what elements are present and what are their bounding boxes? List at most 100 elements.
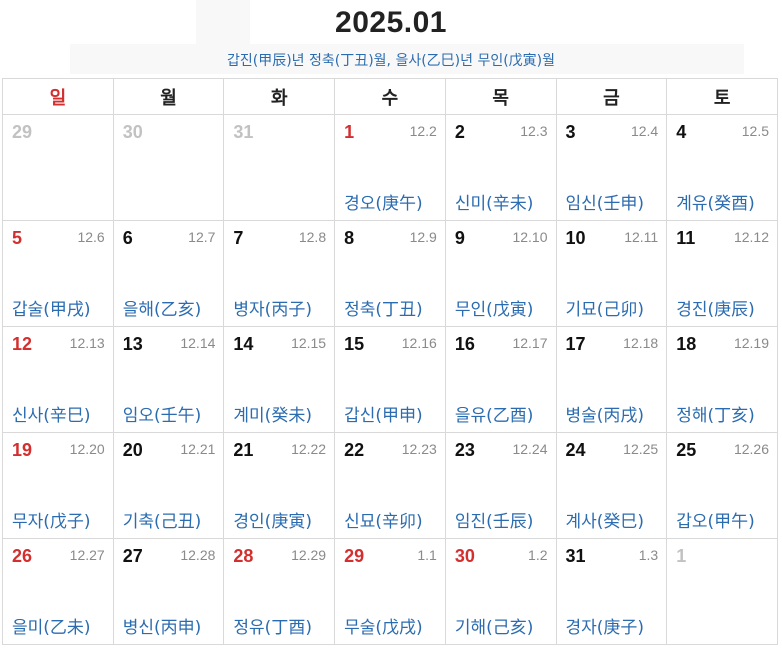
- day-ganji: 기해(己亥): [454, 618, 534, 638]
- week-row: 5 12.6 갑술(甲戌) 6 12.7 을해(乙亥) 7 12.8 병자(丙子) 8 12.9 정축…: [2, 220, 778, 327]
- day-cell[interactable]: 22 12.23 신묘(辛卯): [334, 432, 446, 539]
- day-number: 27: [122, 546, 143, 566]
- day-ganji: 기묘(己卯): [565, 300, 645, 320]
- day-ganji: 무자(戊子): [12, 512, 91, 532]
- day-number: 7: [233, 228, 244, 248]
- day-ganji: 신미(辛未): [454, 194, 534, 214]
- day-cell[interactable]: 14 12.15 계미(癸未): [223, 326, 336, 433]
- lunar-date: 12.17: [512, 335, 548, 351]
- day-cell[interactable]: 12 12.13 신사(辛巳): [2, 326, 114, 433]
- day-number: 22: [344, 440, 365, 460]
- lunar-date: 12.7: [188, 229, 216, 245]
- day-cell[interactable]: 21 12.22 경인(庚寅): [223, 432, 336, 539]
- day-cell[interactable]: 11 12.12 경진(庚辰): [666, 220, 778, 327]
- day-ganji: 병술(丙戌): [565, 406, 645, 426]
- day-ganji: 을유(乙酉): [454, 406, 534, 426]
- day-cell[interactable]: 7 12.8 병자(丙子): [223, 220, 336, 327]
- day-cell[interactable]: 24 12.25 계사(癸巳): [555, 432, 668, 539]
- day-cell[interactable]: 16 12.17 을유(乙酉): [444, 326, 557, 433]
- day-cell[interactable]: 1: [666, 538, 778, 645]
- day-number: 16: [454, 334, 475, 354]
- day-ganji: 경진(庚辰): [676, 300, 755, 320]
- day-cell[interactable]: 30 1.2 기해(己亥): [444, 538, 557, 645]
- day-number: 14: [233, 334, 254, 354]
- lunar-date: 12.21: [180, 441, 216, 457]
- day-number: 21: [233, 440, 254, 460]
- day-ganji: 정유(丁酉): [233, 618, 312, 638]
- day-number: 13: [122, 334, 143, 354]
- weekday-header: 금: [555, 78, 668, 115]
- day-cell[interactable]: 28 12.29 정유(丁酉): [223, 538, 336, 645]
- day-ganji: 무인(戊寅): [454, 300, 534, 320]
- day-number: 15: [344, 334, 365, 354]
- day-cell[interactable]: 19 12.20 무자(戊子): [2, 432, 114, 539]
- day-ganji: 무술(戊戌): [344, 618, 423, 638]
- lunar-date: 12.9: [409, 229, 437, 245]
- lunar-date: 12.29: [291, 547, 327, 563]
- day-ganji: 임오(壬午): [122, 406, 202, 426]
- day-number: 30: [454, 546, 475, 566]
- day-number: 1: [344, 122, 355, 142]
- day-ganji: 기축(己丑): [122, 512, 202, 532]
- day-cell[interactable]: 18 12.19 정해(丁亥): [666, 326, 778, 433]
- day-cell[interactable]: 17 12.18 병술(丙戌): [555, 326, 668, 433]
- day-ganji: 신묘(辛卯): [344, 512, 423, 532]
- day-cell[interactable]: 10 12.11 기묘(己卯): [555, 220, 668, 327]
- day-cell[interactable]: 4 12.5 계유(癸酉): [666, 114, 778, 221]
- day-number: 4: [676, 122, 687, 142]
- lunar-date: 12.13: [69, 335, 105, 351]
- weekday-header: 목: [444, 78, 557, 115]
- day-ganji: 병자(丙子): [233, 300, 312, 320]
- day-number: 1: [676, 546, 687, 566]
- day-cell[interactable]: 2 12.3 신미(辛未): [444, 114, 557, 221]
- day-number: 23: [454, 440, 475, 460]
- lunar-date: 12.10: [512, 229, 548, 245]
- day-cell[interactable]: 9 12.10 무인(戊寅): [444, 220, 557, 327]
- day-cell[interactable]: 13 12.14 임오(壬午): [112, 326, 225, 433]
- day-cell[interactable]: 6 12.7 을해(乙亥): [112, 220, 225, 327]
- day-cell[interactable]: 27 12.28 병신(丙申): [112, 538, 225, 645]
- day-ganji: 갑신(甲申): [344, 406, 423, 426]
- day-ganji: 계사(癸巳): [565, 512, 645, 532]
- lunar-date: 12.23: [401, 441, 437, 457]
- day-cell[interactable]: 30: [112, 114, 225, 221]
- day-cell[interactable]: 25 12.26 갑오(甲午): [666, 432, 778, 539]
- day-cell[interactable]: 8 12.9 정축(丁丑): [334, 220, 446, 327]
- weekday-header: 일: [2, 78, 114, 115]
- day-number: 30: [122, 122, 143, 142]
- day-number: 2: [454, 122, 465, 142]
- calendar-grid: 일 월 화 수 목 금 토 29 30 31 1 12.2 경오(庚午) 2 12.3 신미(辛…: [2, 78, 778, 645]
- day-number: 25: [676, 440, 697, 460]
- day-number: 12: [12, 334, 33, 354]
- day-ganji: 임진(壬辰): [454, 512, 534, 532]
- day-cell[interactable]: 31 1.3 경자(庚子): [555, 538, 668, 645]
- day-cell[interactable]: 29: [2, 114, 114, 221]
- day-number: 3: [565, 122, 576, 142]
- day-number: 26: [12, 546, 33, 566]
- day-number: 6: [122, 228, 133, 248]
- day-cell[interactable]: 15 12.16 갑신(甲申): [334, 326, 446, 433]
- lunar-date: 1.3: [638, 547, 659, 563]
- day-ganji: 을미(乙未): [12, 618, 91, 638]
- day-cell[interactable]: 23 12.24 임진(壬辰): [444, 432, 557, 539]
- day-cell[interactable]: 3 12.4 임신(壬申): [555, 114, 668, 221]
- day-cell[interactable]: 20 12.21 기축(己丑): [112, 432, 225, 539]
- weekday-header-row: 일 월 화 수 목 금 토: [2, 78, 778, 115]
- day-cell[interactable]: 1 12.2 경오(庚午): [334, 114, 446, 221]
- weekday-header: 토: [666, 78, 778, 115]
- day-ganji: 을해(乙亥): [122, 300, 202, 320]
- day-number: 9: [454, 228, 465, 248]
- day-number: 28: [233, 546, 254, 566]
- week-row: 29 30 31 1 12.2 경오(庚午) 2 12.3 신미(辛未) 3 12.4 임신(壬申) 4…: [2, 114, 778, 221]
- lunar-date: 12.6: [77, 229, 105, 245]
- day-cell[interactable]: 29 1.1 무술(戊戌): [334, 538, 446, 645]
- day-cell[interactable]: 31: [223, 114, 336, 221]
- week-row: 19 12.20 무자(戊子) 20 12.21 기축(己丑) 21 12.22 경인(庚寅) 2…: [2, 432, 778, 539]
- day-ganji: 임신(壬申): [565, 194, 645, 214]
- weekday-header: 수: [334, 78, 446, 115]
- lunar-date: 12.12: [733, 229, 769, 245]
- day-cell[interactable]: 26 12.27 을미(乙未): [2, 538, 114, 645]
- day-ganji: 정해(丁亥): [676, 406, 755, 426]
- day-cell[interactable]: 5 12.6 갑술(甲戌): [2, 220, 114, 327]
- lunar-date: 12.14: [180, 335, 216, 351]
